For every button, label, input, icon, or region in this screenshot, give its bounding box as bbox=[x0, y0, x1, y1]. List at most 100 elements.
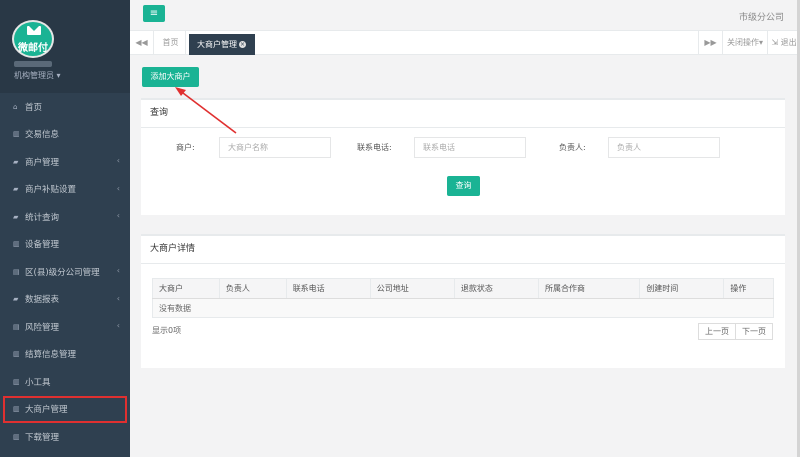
sidebar-item[interactable]: ▥ 小工具 bbox=[0, 368, 130, 396]
details-panel: 大商户详情 大商户 负责人 联系电话 公司地址 退款状态 所属合作商 创建时间 操作 没有数据… bbox=[141, 234, 785, 368]
annotation-arrow-head bbox=[175, 87, 186, 96]
chevron-left-icon: ‹ bbox=[116, 293, 120, 303]
user-role-label: 机构管理员 bbox=[14, 71, 54, 80]
column-header[interactable]: 公司地址 bbox=[369, 278, 455, 299]
logout-icon: ⇲ bbox=[771, 38, 779, 47]
logo-text: 微邮付 bbox=[18, 43, 48, 54]
tabs-bar: ◀◀ 首页 大商户管理 × ▶▶ 关闭操作▾ ⇲ 退出 bbox=[130, 31, 800, 55]
phone-label: 联系电话: bbox=[357, 143, 392, 152]
query-panel: 查询 商户: 大商户名称 联系电话: 联系电话 负责人: 负责人 查询 bbox=[141, 98, 785, 215]
sidebar-item[interactable]: ▥ 结算信息管理 bbox=[0, 341, 130, 369]
table-header-row: 大商户 负责人 联系电话 公司地址 退款状态 所属合作商 创建时间 操作 bbox=[152, 278, 774, 299]
username-redacted bbox=[14, 61, 52, 67]
bar-chart-icon: ▥ bbox=[13, 130, 20, 139]
bar-chart-icon: ▥ bbox=[13, 405, 20, 414]
sidebar-item-label: 商户补贴设置 bbox=[25, 185, 77, 196]
sidebar-item[interactable]: ⌂ 首页 bbox=[0, 93, 130, 121]
topbar: ≡ 市级分公司 bbox=[130, 0, 800, 31]
pagination: 上一页 下一页 bbox=[698, 323, 773, 340]
column-header[interactable]: 联系电话 bbox=[285, 278, 371, 299]
details-panel-title: 大商户详情 bbox=[141, 236, 785, 264]
owner-input[interactable]: 负责人 bbox=[608, 137, 720, 158]
chevron-left-icon: ‹ bbox=[116, 266, 120, 275]
bar-chart-icon: ▥ bbox=[13, 432, 20, 441]
owner-label: 负责人: bbox=[559, 143, 586, 152]
column-header[interactable]: 大商户 bbox=[152, 278, 220, 299]
cart-icon: ▰ bbox=[13, 157, 19, 166]
sidebar-header: 微邮付 机构管理员 ▾ bbox=[0, 0, 130, 93]
sidebar-item[interactable]: ▰ 商户补贴设置 ‹ bbox=[0, 176, 130, 204]
sidebar-item[interactable]: ▰ 商户管理 ‹ bbox=[0, 148, 130, 176]
tab-home[interactable]: 首页 bbox=[156, 31, 186, 55]
tab-merchant-management[interactable]: 大商户管理 × bbox=[189, 34, 255, 55]
user-role-dropdown[interactable]: 机构管理员 ▾ bbox=[14, 70, 61, 81]
sidebar-item[interactable]: ▰ 统计查询 ‹ bbox=[0, 203, 130, 231]
records-count: 显示0项 bbox=[152, 326, 182, 335]
chevron-left-icon: ‹ bbox=[116, 156, 120, 165]
logout-label: 退出 bbox=[780, 38, 797, 47]
sidebar-item[interactable]: ▥ 下载管理 bbox=[0, 423, 130, 451]
bar-chart-icon: ▥ bbox=[13, 377, 20, 386]
cart-icon: ▰ bbox=[13, 212, 19, 221]
sidebar-item[interactable]: ▤ 风险管理 ‹ bbox=[0, 313, 130, 341]
double-chevron-left-icon: ◀◀ bbox=[135, 38, 148, 47]
column-header[interactable]: 创建时间 bbox=[639, 278, 725, 299]
add-merchant-button[interactable]: 添加大商户 bbox=[142, 67, 199, 87]
sidebar-item-label: 大商户管理 bbox=[25, 405, 68, 416]
home-icon: ⌂ bbox=[13, 102, 18, 111]
sidebar-item-label: 区(县)级分公司管理 bbox=[25, 267, 100, 278]
envelope-icon bbox=[27, 26, 41, 35]
cart-icon: ▰ bbox=[13, 295, 19, 304]
double-chevron-right-icon: ▶▶ bbox=[704, 38, 717, 47]
sidebar-item-label: 下载管理 bbox=[25, 432, 60, 443]
table-row: 没有数据 bbox=[152, 298, 774, 318]
sidebar-item-label: 风险管理 bbox=[25, 322, 60, 333]
sidebar: 微邮付 机构管理员 ▾ ⌂ 首页 ▥ 交易信息 ▰ 商户管理 ‹ ▰ 商户补贴设置 ‹ ▰ 统计查询 ‹… bbox=[0, 0, 130, 457]
sidebar-item-label: 数据报表 bbox=[25, 295, 60, 306]
sidebar-item[interactable]: ▥ 交易信息 bbox=[0, 121, 130, 149]
list-icon: ▤ bbox=[13, 322, 20, 331]
sidebar-item-label: 商户管理 bbox=[25, 157, 60, 168]
close-tab-icon[interactable]: × bbox=[239, 41, 246, 48]
tab-label: 大商户管理 bbox=[197, 40, 237, 49]
sidebar-item[interactable]: ▰ 数据报表 ‹ bbox=[0, 286, 130, 314]
column-header[interactable]: 负责人 bbox=[218, 278, 287, 299]
sidebar-item[interactable]: ▥ 大商户管理 bbox=[3, 395, 127, 423]
chevron-left-icon: ‹ bbox=[116, 183, 120, 193]
empty-table-message: 没有数据 bbox=[152, 298, 774, 318]
bar-chart-icon: ▥ bbox=[13, 240, 20, 249]
chevron-left-icon: ‹ bbox=[116, 321, 120, 330]
sidebar-item-label: 首页 bbox=[25, 102, 43, 113]
merchant-table: 大商户 负责人 联系电话 公司地址 退款状态 所属合作商 创建时间 操作 没有数据 bbox=[152, 278, 774, 318]
merchant-label: 商户: bbox=[176, 143, 195, 152]
tabs-scroll-right-button[interactable]: ▶▶ bbox=[698, 31, 722, 55]
next-page-button[interactable]: 下一页 bbox=[736, 323, 773, 340]
search-button[interactable]: 查询 bbox=[447, 176, 480, 196]
phone-input[interactable]: 联系电话 bbox=[414, 137, 526, 158]
sidebar-item-label: 小工具 bbox=[25, 377, 51, 388]
column-header[interactable]: 退款状态 bbox=[453, 278, 539, 299]
menu-toggle-button[interactable]: ≡ bbox=[143, 5, 165, 22]
merchant-name-input[interactable]: 大商户名称 bbox=[219, 137, 331, 158]
prev-page-button[interactable]: 上一页 bbox=[698, 323, 736, 340]
query-panel-title: 查询 bbox=[141, 100, 785, 128]
logout-button[interactable]: ⇲ 退出 bbox=[767, 31, 800, 55]
cart-icon: ▰ bbox=[13, 185, 19, 194]
sidebar-item-label: 统计查询 bbox=[25, 212, 60, 223]
bar-chart-icon: ▥ bbox=[13, 350, 20, 359]
sidebar-item[interactable]: ▥ 设备管理 bbox=[0, 231, 130, 259]
tabs-scroll-left-button[interactable]: ◀◀ bbox=[130, 31, 154, 55]
sidebar-item-label: 交易信息 bbox=[25, 130, 60, 141]
list-icon: ▤ bbox=[13, 267, 20, 276]
sidebar-nav: ⌂ 首页 ▥ 交易信息 ▰ 商户管理 ‹ ▰ 商户补贴设置 ‹ ▰ 统计查询 ‹ ▥ 设备管理 ▤ 区(县)级分… bbox=[0, 93, 130, 451]
sidebar-item[interactable]: ▤ 区(县)级分公司管理 ‹ bbox=[0, 258, 130, 286]
hamburger-icon: ≡ bbox=[149, 8, 159, 19]
logo: 微邮付 bbox=[12, 20, 54, 58]
column-header[interactable]: 所属合作商 bbox=[537, 278, 641, 299]
chevron-left-icon: ‹ bbox=[116, 211, 120, 220]
sidebar-item-label: 结算信息管理 bbox=[25, 350, 77, 361]
column-header[interactable]: 操作 bbox=[723, 278, 774, 299]
company-name: 市级分公司 bbox=[738, 13, 784, 23]
close-operations-dropdown[interactable]: 关闭操作▾ bbox=[722, 31, 767, 55]
sidebar-item-label: 设备管理 bbox=[25, 240, 60, 251]
